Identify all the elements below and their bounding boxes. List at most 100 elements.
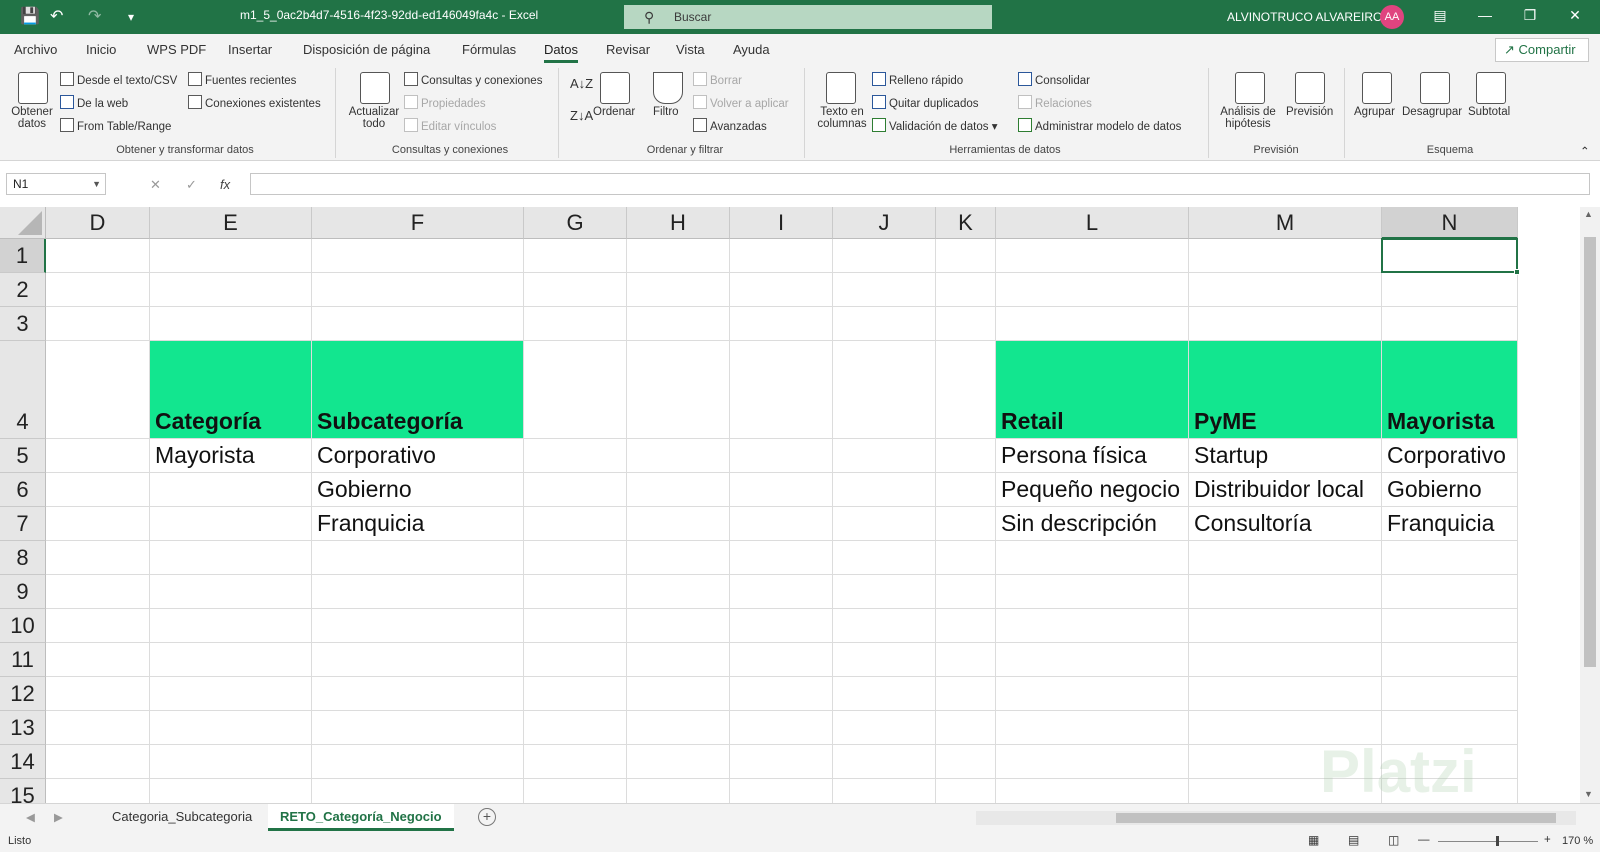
- tab-archivo[interactable]: Archivo: [14, 42, 57, 57]
- cell-f7[interactable]: Franquicia: [312, 507, 424, 539]
- chevron-down-icon[interactable]: ▼: [92, 174, 101, 194]
- column-header-g[interactable]: G: [524, 207, 627, 239]
- queries-connections-button[interactable]: Consultas y conexiones: [404, 72, 542, 87]
- tab-datos[interactable]: Datos: [544, 42, 578, 63]
- sheet-tab-reto[interactable]: RETO_Categoría_Negocio: [268, 804, 454, 831]
- sheet-tab-categoria[interactable]: Categoria_Subcategoria: [100, 804, 264, 831]
- row-header-11[interactable]: 11: [0, 643, 46, 677]
- user-name[interactable]: ALVINOTRUCO ALVAREIRO: [1227, 10, 1382, 24]
- selected-cell[interactable]: [1381, 238, 1520, 275]
- edit-links-button[interactable]: Editar vínculos: [404, 118, 496, 133]
- ribbon-display-icon[interactable]: ▤: [1430, 7, 1450, 24]
- existing-connections-button[interactable]: Conexiones existentes: [188, 95, 321, 110]
- vertical-scrollbar[interactable]: ▲ ▼: [1580, 207, 1600, 803]
- prev-sheet-icon[interactable]: ◀: [26, 810, 35, 824]
- text-to-columns-icon[interactable]: [826, 72, 856, 104]
- flash-fill-button[interactable]: Relleno rápido: [872, 72, 963, 87]
- subtotal-icon[interactable]: [1476, 72, 1506, 104]
- cancel-icon[interactable]: ✕: [150, 177, 161, 193]
- column-header-d[interactable]: D: [46, 207, 150, 239]
- vertical-scroll-thumb[interactable]: [1584, 237, 1596, 667]
- filter-button[interactable]: Filtro: [653, 106, 679, 118]
- fill-handle[interactable]: [1514, 269, 1520, 275]
- filter-icon[interactable]: [653, 72, 683, 104]
- group-button[interactable]: Agrupar: [1354, 106, 1395, 118]
- cell-f6[interactable]: Gobierno: [312, 473, 412, 505]
- cell-n4[interactable]: Mayorista: [1382, 405, 1494, 437]
- horizontal-scroll-thumb[interactable]: [1116, 813, 1556, 823]
- zoom-in-icon[interactable]: +: [1544, 834, 1551, 846]
- cell-f5[interactable]: Corporativo: [312, 439, 436, 471]
- sort-icon[interactable]: [600, 72, 630, 104]
- insert-function-icon[interactable]: fx: [220, 177, 230, 192]
- add-sheet-icon[interactable]: +: [478, 808, 496, 826]
- cell-l4[interactable]: Retail: [996, 405, 1064, 437]
- redo-icon[interactable]: ↷: [88, 7, 101, 27]
- sort-descending-icon[interactable]: Z↓A: [570, 108, 593, 123]
- cell-e5[interactable]: Mayorista: [150, 439, 255, 471]
- cell-m7[interactable]: Consultoría: [1189, 507, 1312, 539]
- row-header-15[interactable]: 15: [0, 779, 46, 803]
- data-validation-button[interactable]: Validación de datos ▾: [872, 118, 998, 133]
- tab-ayuda[interactable]: Ayuda: [733, 42, 770, 57]
- ungroup-button[interactable]: Desagrupar: [1402, 106, 1462, 118]
- column-header-m[interactable]: M: [1189, 207, 1382, 239]
- row-header-13[interactable]: 13: [0, 711, 46, 745]
- manage-data-model-button[interactable]: Administrar modelo de datos: [1018, 118, 1181, 133]
- page-layout-icon[interactable]: ▤: [1348, 833, 1359, 847]
- refresh-all-button[interactable]: Actualizar todo: [344, 106, 404, 130]
- tab-formulas[interactable]: Fórmulas: [462, 42, 516, 57]
- column-header-i[interactable]: I: [730, 207, 833, 239]
- cell-f4[interactable]: Subcategoría: [312, 405, 463, 437]
- from-text-csv-button[interactable]: Desde el texto/CSV: [60, 72, 177, 87]
- row-header-5[interactable]: 5: [0, 439, 46, 473]
- cell-m5[interactable]: Startup: [1189, 439, 1268, 471]
- row-header-4[interactable]: 4: [0, 341, 46, 439]
- group-icon[interactable]: [1362, 72, 1392, 104]
- recent-sources-button[interactable]: Fuentes recientes: [188, 72, 296, 87]
- tab-inicio[interactable]: Inicio: [86, 42, 116, 57]
- sort-button[interactable]: Ordenar: [593, 106, 635, 118]
- ungroup-icon[interactable]: [1420, 72, 1450, 104]
- row-header-6[interactable]: 6: [0, 473, 46, 507]
- share-button[interactable]: ↗ Compartir: [1495, 38, 1589, 62]
- row-header-14[interactable]: 14: [0, 745, 46, 779]
- zoom-out-icon[interactable]: —: [1418, 834, 1430, 846]
- cell-m4[interactable]: PyME: [1189, 405, 1257, 437]
- get-data-button[interactable]: Obtener datos: [10, 106, 54, 130]
- advanced-button[interactable]: Avanzadas: [693, 118, 767, 133]
- from-table-button[interactable]: From Table/Range: [60, 118, 171, 133]
- page-break-icon[interactable]: ◫: [1388, 833, 1399, 847]
- row-header-7[interactable]: 7: [0, 507, 46, 541]
- undo-icon[interactable]: ↶: [50, 7, 63, 27]
- tab-wps-pdf[interactable]: WPS PDF: [147, 42, 206, 57]
- select-all-corner[interactable]: [0, 207, 46, 239]
- cell-n5[interactable]: Corporativo: [1382, 439, 1506, 471]
- scroll-down-icon[interactable]: ▼: [1584, 789, 1593, 799]
- next-sheet-icon[interactable]: ▶: [54, 810, 63, 824]
- tab-revisar[interactable]: Revisar: [606, 42, 650, 57]
- cell-l6[interactable]: Pequeño negocio: [996, 473, 1180, 505]
- customize-qat-icon[interactable]: ▾: [128, 7, 134, 27]
- reapply-button[interactable]: Volver a aplicar: [693, 95, 789, 110]
- properties-button[interactable]: Propiedades: [404, 95, 486, 110]
- row-header-10[interactable]: 10: [0, 609, 46, 643]
- from-web-button[interactable]: De la web: [60, 95, 128, 110]
- tab-vista[interactable]: Vista: [676, 42, 705, 57]
- subtotal-button[interactable]: Subtotal: [1468, 106, 1510, 118]
- column-header-h[interactable]: H: [627, 207, 730, 239]
- search-box[interactable]: ⚲ Buscar: [624, 5, 992, 29]
- cell-m6[interactable]: Distribuidor local: [1189, 473, 1364, 505]
- collapse-ribbon-icon[interactable]: ⌃: [1580, 144, 1590, 158]
- text-to-columns-button[interactable]: Texto en columnas: [812, 106, 872, 130]
- cell-l5[interactable]: Persona física: [996, 439, 1147, 471]
- name-box[interactable]: N1 ▼: [6, 173, 106, 195]
- zoom-slider[interactable]: [1438, 841, 1538, 842]
- refresh-icon[interactable]: [360, 72, 390, 104]
- forecast-sheet-button[interactable]: Previsión: [1286, 106, 1333, 118]
- cell-e4[interactable]: Categoría: [150, 405, 261, 437]
- avatar[interactable]: AA: [1380, 5, 1404, 29]
- close-icon[interactable]: ✕: [1565, 7, 1585, 24]
- what-if-button[interactable]: Análisis de hipótesis: [1216, 106, 1280, 130]
- clear-button[interactable]: Borrar: [693, 72, 742, 87]
